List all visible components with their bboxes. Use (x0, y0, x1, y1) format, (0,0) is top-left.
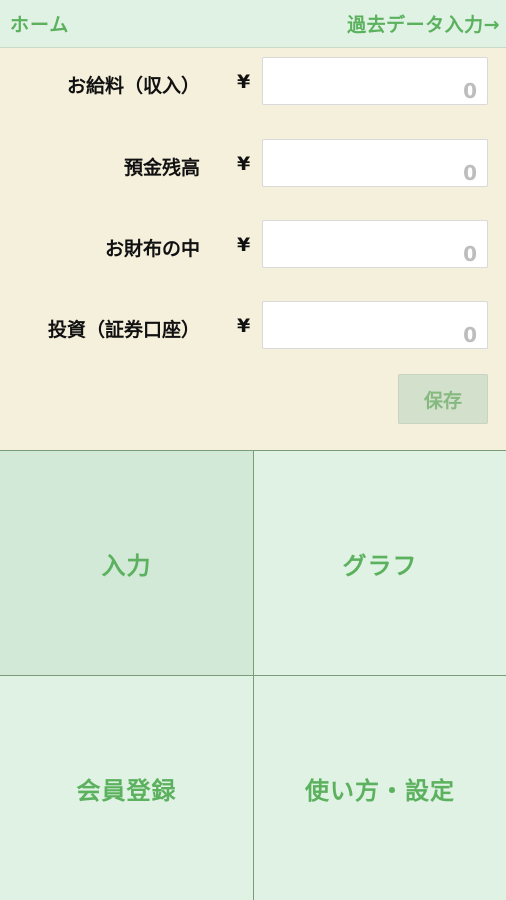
salary-input-value: 0 (463, 79, 477, 103)
salary-input[interactable]: 0 (262, 57, 488, 105)
salary-row: お給料（収入） ¥ 0 (0, 57, 506, 107)
save-button[interactable]: 保存 (398, 374, 488, 424)
deposit-input-value: 0 (463, 161, 477, 185)
investment-row: 投資（証券口座） ¥ 0 (0, 301, 506, 351)
deposit-label: 預金残高 (123, 157, 200, 179)
howto-settings-button[interactable]: 使い方・設定 (253, 675, 506, 900)
input-menu-button[interactable]: 入力 (0, 450, 253, 675)
yen-symbol: ¥ (237, 234, 251, 256)
investment-label: 投資（証券口座） (47, 319, 200, 341)
past-data-input-link[interactable]: 過去データ入力→ (347, 10, 500, 37)
yen-symbol: ¥ (237, 315, 251, 337)
app-header: ホーム 過去データ入力→ (0, 0, 506, 48)
deposit-input[interactable]: 0 (262, 139, 488, 187)
salary-label: お給料（収入） (66, 75, 200, 97)
home-title: ホーム (10, 14, 70, 36)
deposit-row: 預金残高 ¥ 0 (0, 139, 506, 189)
yen-symbol: ¥ (237, 71, 251, 93)
menu-grid: 入力 グラフ 会員登録 使い方・設定 (0, 450, 506, 900)
wallet-label: お財布の中 (104, 238, 200, 260)
wallet-row: お財布の中 ¥ 0 (0, 220, 506, 270)
wallet-input[interactable]: 0 (262, 220, 488, 268)
wallet-input-value: 0 (463, 242, 477, 266)
member-registration-button[interactable]: 会員登録 (0, 675, 253, 900)
investment-input[interactable]: 0 (262, 301, 488, 349)
graph-menu-button[interactable]: グラフ (253, 450, 506, 675)
investment-input-value: 0 (463, 323, 477, 347)
yen-symbol: ¥ (237, 153, 251, 175)
